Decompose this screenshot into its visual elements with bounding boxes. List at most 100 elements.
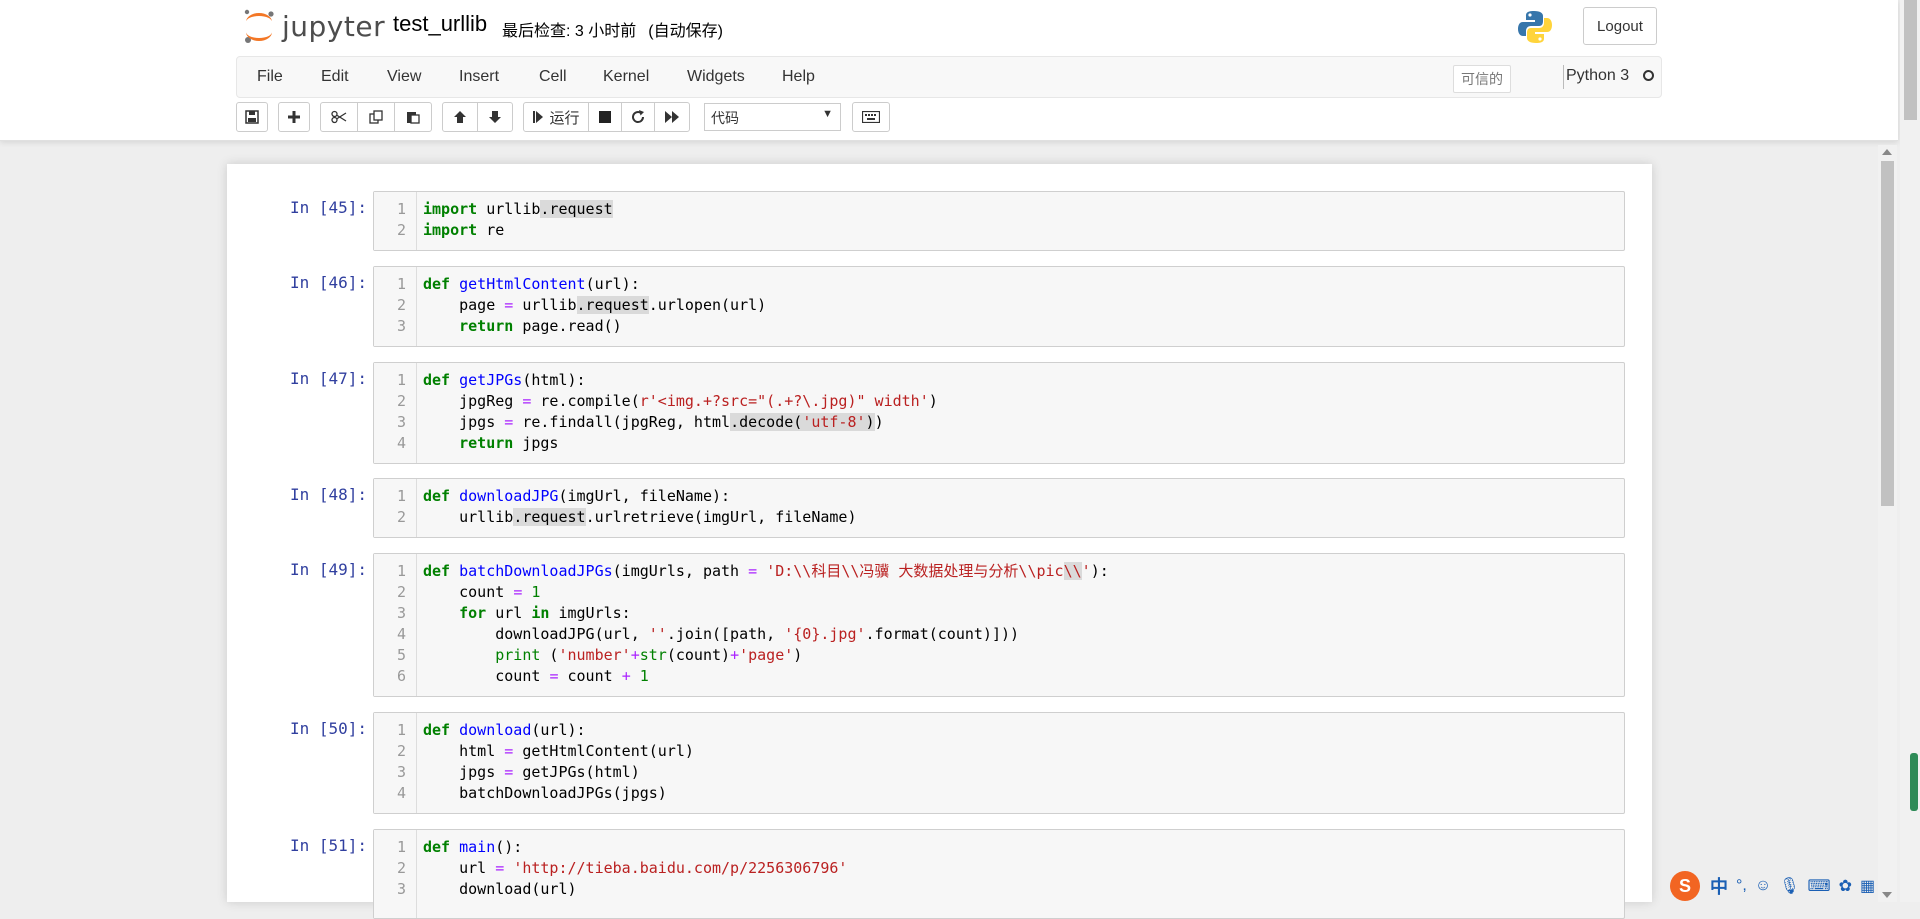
kernel-separator [1563,65,1564,89]
notebook-scrollbar-thumb[interactable] [1881,161,1894,506]
restart-run-all-button[interactable] [654,102,690,132]
emoji-icon[interactable]: ☺ [1755,877,1771,895]
code-line: 4 return jpgs [396,434,559,452]
stop-icon [599,111,611,123]
jupyter-logo-text: jupyter [282,9,386,43]
page-scrollbar-thumb[interactable] [1904,0,1917,120]
keyboard-icon [862,111,880,123]
keyboard-icon[interactable]: ⌨ [1808,876,1831,896]
code-line: 3 jpgs = re.findall(jpgReg, html.decode(… [396,413,884,431]
notebook-container: In [45]: 1 import urllib.request 2 import … [227,164,1652,919]
code-line: 3 return page.read() [396,317,622,335]
code-line: 1 def getHtmlContent(url): [396,275,640,293]
kernel-name[interactable]: Python 3 [1566,67,1629,85]
cell-type-value: 代码 [711,110,739,126]
notebook-header: jupyter test_urllib 最后检查: 3 小时前 (自动保存) Lo… [0,0,1898,141]
code-line: 3 for url in imgUrls: [396,604,631,622]
top-bar: jupyter test_urllib 最后检查: 3 小时前 (自动保存) Lo… [238,0,1658,55]
code-line: 1 def main(): [396,838,523,856]
code-input[interactable]: 1 def getHtmlContent(url): 2 page = urlli… [373,266,1625,347]
menu-kernel[interactable]: Kernel [603,68,649,86]
code-line: 2 jpgReg = re.compile(r'<img.+?src="(.+?… [396,392,938,410]
scroll-position-marker [1910,753,1918,811]
code-line: 4 batchDownloadJPGs(jpgs) [396,784,667,802]
code-input[interactable]: 1 def getJPGs(html): 2 jpgReg = re.compil… [373,362,1625,464]
cell-prompt: In [47]: [289,369,367,388]
interrupt-button[interactable] [588,102,622,132]
step-forward-icon [533,111,544,123]
move-up-button[interactable] [442,102,478,132]
menu-cell[interactable]: Cell [539,68,567,86]
restart-button[interactable] [621,102,655,132]
autosave-status: (自动保存) [648,23,723,40]
insert-cell-button[interactable] [278,102,310,132]
notebook-name[interactable]: test_urllib [393,11,487,37]
run-button[interactable]: 运行 [523,102,589,132]
python-logo-icon [1518,11,1552,43]
move-down-button[interactable] [477,102,513,132]
scroll-up-icon[interactable] [1882,149,1892,155]
code-line: 2 page = urllib.request.urlopen(url) [396,296,767,314]
copy-button[interactable] [357,102,395,132]
microphone-icon[interactable]: 🎙 [1779,876,1799,896]
save-button[interactable] [236,102,268,132]
sogou-ime-icon[interactable]: S [1670,871,1700,901]
code-input[interactable]: 1 def download(url): 2 html = getHtmlCont… [373,712,1625,814]
ime-language-toggle[interactable]: 中 [1710,873,1728,899]
logout-button[interactable]: Logout [1583,7,1657,45]
arrow-up-icon [454,111,466,123]
chevron-down-icon: ▼ [822,108,833,120]
menu-help[interactable]: Help [782,68,815,86]
toolbar: 运行 代码 ▼ [236,102,936,134]
paste-button[interactable] [394,102,432,132]
punctuation-icon[interactable]: °, [1736,877,1747,895]
code-line: 1 def batchDownloadJPGs(imgUrls, path = '… [396,562,1109,580]
cell-prompt: In [50]: [289,719,367,738]
code-line: 2 urllib.request.urlretrieve(imgUrl, fil… [396,508,857,526]
save-icon [245,110,259,124]
kernel-idle-icon [1643,70,1654,81]
checkpoint-status: 最后检查: 3 小时前 (自动保存) [502,17,723,41]
menu-bar: File Edit View Insert Cell Kernel Widget… [236,56,1662,98]
plus-icon [288,111,300,123]
menu-file[interactable]: File [257,68,283,86]
code-input[interactable]: 1 def batchDownloadJPGs(imgUrls, path = '… [373,553,1625,697]
menu-widgets[interactable]: Widgets [687,68,745,86]
code-line: 2 url = 'http://tieba.baidu.com/p/225630… [396,859,848,877]
code-line: 1 import urllib.request [396,200,613,218]
run-label: 运行 [549,109,580,127]
code-line: 3 download(url) [396,880,577,898]
jupyter-logo[interactable]: jupyter [242,8,385,44]
menu-view[interactable]: View [387,68,421,86]
cut-icon [331,110,347,124]
notebook-scrollbar[interactable] [1878,145,1897,902]
cut-button[interactable] [320,102,358,132]
menu-grid-icon[interactable]: ▦ [1860,876,1875,896]
trusted-indicator[interactable]: 可信的 [1453,65,1511,93]
cell-prompt: In [51]: [289,836,367,855]
code-line: 4 downloadJPG(url, ''.join([path, '{0}.j… [396,625,1020,643]
cell-prompt: In [46]: [289,273,367,292]
menu-edit[interactable]: Edit [321,68,349,86]
cell-prompt: In [49]: [289,560,367,579]
cell-prompt: In [48]: [289,485,367,504]
code-line: 2 html = getHtmlContent(url) [396,742,694,760]
paste-icon [407,112,420,124]
ime-toolbar[interactable]: S 中 °, ☺ 🎙 ⌨ ✿ ▦ [1670,870,1900,902]
menu-insert[interactable]: Insert [459,68,499,86]
command-palette-button[interactable] [852,102,890,132]
code-line: 6 count = count + 1 [396,667,649,685]
code-input[interactable]: 1 import urllib.request 2 import re [373,191,1625,251]
code-line: 2 count = 1 [396,583,541,601]
restart-icon [632,110,645,123]
code-input[interactable]: 1 def downloadJPG(imgUrl, fileName): 2 ur… [373,478,1625,538]
code-input[interactable]: 1 def main(): 2 url = 'http://tieba.baidu… [373,829,1625,919]
cell-prompt: In [45]: [289,198,367,217]
cell-type-select[interactable]: 代码 ▼ [704,103,841,131]
skin-icon[interactable]: ✿ [1839,876,1852,896]
code-line: 1 def getJPGs(html): [396,371,586,389]
jupyter-logo-icon [244,9,274,43]
code-line: 3 jpgs = getJPGs(html) [396,763,640,781]
code-line: 2 import re [396,221,505,239]
copy-icon [369,110,383,124]
